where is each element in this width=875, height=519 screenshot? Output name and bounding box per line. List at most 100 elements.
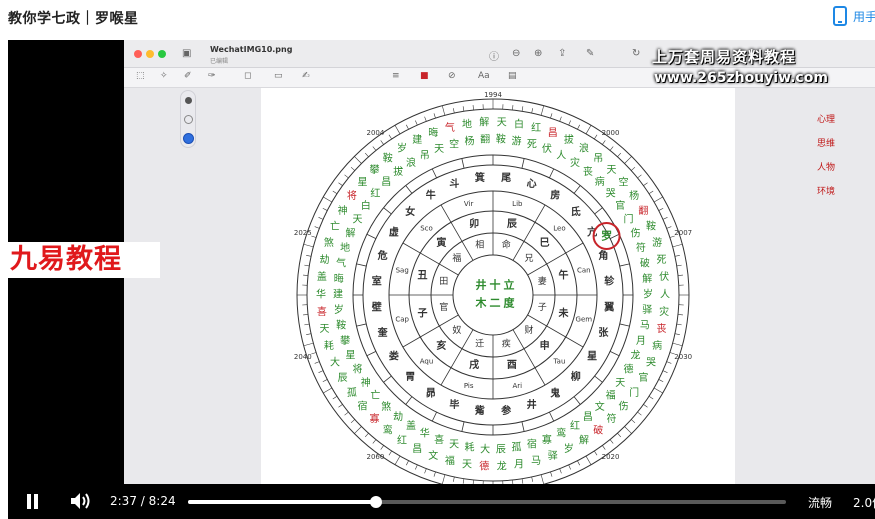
mansion-divider (431, 411, 437, 422)
outer-star-label: 辰 (338, 372, 348, 384)
progress-bar[interactable] (188, 496, 786, 508)
volume-icon[interactable] (70, 492, 92, 510)
outer-star-label: 鞍 (646, 220, 656, 233)
mansion-label: 室 (372, 274, 382, 287)
mansion-divider (594, 375, 603, 383)
pause-button[interactable] (26, 494, 40, 509)
degree-tick (332, 190, 338, 194)
outer-star-label: 将 (347, 190, 357, 202)
degree-tick (631, 166, 636, 171)
mansion-divider (609, 351, 620, 357)
degree-tick (643, 404, 648, 408)
outer-star-label: 白 (514, 117, 524, 130)
degree-tick (602, 445, 606, 450)
degree-tick (550, 471, 553, 477)
outer-star-label: 驿 (548, 450, 558, 462)
zoom-out-icon: ⊖ (512, 48, 521, 59)
degree-tick (311, 352, 317, 355)
outer-star-label: 昌 (583, 411, 593, 423)
outer-star-label: 天 (615, 378, 625, 389)
mansion-label: 井 (527, 398, 537, 411)
house-divider (402, 242, 459, 276)
degree-tick (433, 471, 436, 477)
mansion-label: 翼 (603, 302, 614, 314)
outer-star-label: 星 (346, 350, 356, 362)
house-divider (440, 204, 474, 261)
outer-star-label: 人 (660, 289, 670, 301)
degree-tick (521, 478, 524, 484)
mansion-label: 昴 (426, 387, 436, 400)
branch-label: 巳 (540, 237, 550, 249)
quality-button[interactable]: 流畅 (808, 494, 832, 511)
year-label: 2040 (294, 353, 312, 361)
window-minimize-icon (146, 50, 154, 58)
degree-tick (304, 264, 310, 267)
year-label: 1994 (484, 91, 502, 99)
degree-tick (452, 476, 455, 482)
degree-tick (415, 464, 418, 470)
degree-tick (658, 379, 664, 382)
degree-tick (354, 426, 362, 434)
outer-star-label: 红 (570, 419, 580, 432)
mansion-divider (405, 396, 413, 405)
outer-star-label: 昌 (412, 443, 422, 455)
outer-star-label: 天 (462, 460, 472, 471)
degree-tick (314, 226, 320, 229)
outer-star-label: 孤 (511, 442, 521, 454)
border-color-icon: ■ (420, 71, 429, 81)
zodiac-label: Pis (464, 382, 474, 390)
mansion-label: 心 (527, 178, 537, 190)
branch-label: 申 (540, 339, 550, 352)
outer-star-label: 解 (346, 226, 356, 239)
page-header: 教你学七政｜罗喉星 用手机看 (0, 0, 875, 36)
zodiac-label: Cap (395, 315, 409, 323)
degree-tick (637, 174, 642, 179)
outer-star-label: 红 (397, 433, 407, 446)
degree-tick (531, 476, 534, 482)
outer-star-label: 解 (579, 433, 589, 446)
mansion-label: 胃 (405, 371, 415, 383)
degree-tick (303, 274, 309, 276)
mansion-divider (383, 375, 392, 383)
mansion-label: 女 (405, 205, 415, 218)
speed-button[interactable]: 2.0倍 (853, 494, 875, 511)
outer-star-label: 宿 (357, 400, 367, 413)
degree-tick (674, 333, 680, 336)
degree-tick (624, 426, 632, 434)
outer-star-label: 大 (480, 442, 490, 455)
branch-label: 亥 (436, 339, 446, 352)
outer-star-label: 福 (445, 454, 455, 467)
outer-star-label: 亡 (330, 220, 340, 233)
degree-tick (521, 106, 524, 112)
outer-star-label: 岁 (334, 303, 344, 316)
degree-tick (512, 105, 514, 111)
outer-star-label: 昌 (381, 176, 391, 188)
outer-star-label: 德 (624, 363, 634, 376)
degree-tick (406, 460, 409, 466)
sign-icon: ✍ (302, 71, 310, 81)
degree-tick (677, 274, 683, 276)
degree-tick (332, 396, 338, 400)
center-label: 度 (504, 296, 516, 310)
degree-tick (364, 433, 369, 438)
branch-label: 戌 (469, 358, 479, 371)
degree-tick (676, 323, 682, 326)
progress-thumb[interactable] (369, 496, 382, 508)
outer-star-label: 月 (636, 335, 646, 347)
branch-label: 卯 (469, 217, 479, 230)
degree-tick (394, 125, 401, 135)
outer-star-label: 游 (652, 236, 662, 249)
degree-tick (662, 370, 668, 373)
video-player[interactable]: ▣ WechatIMG10.png 已编辑 ⓘ ⊖ ⊕ ⇪ ✎ ↻ ⬚ ✧ ✐ … (8, 40, 875, 519)
outer-star-label: 华 (420, 427, 430, 440)
degree-tick (372, 146, 377, 151)
video-controls: 2:37 / 8:24 流畅 2.0倍 (8, 484, 875, 519)
outer-star-label: 伏 (542, 142, 552, 155)
time-display: 2:37 / 8:24 (110, 494, 176, 508)
degree-tick (617, 433, 622, 438)
degree-tick (462, 106, 465, 112)
outer-star-label: 白 (361, 199, 371, 212)
center-label: 立 (504, 278, 515, 292)
outer-star-label: 解 (479, 116, 489, 129)
open-in-app-button[interactable]: 用手机看 (833, 6, 875, 26)
